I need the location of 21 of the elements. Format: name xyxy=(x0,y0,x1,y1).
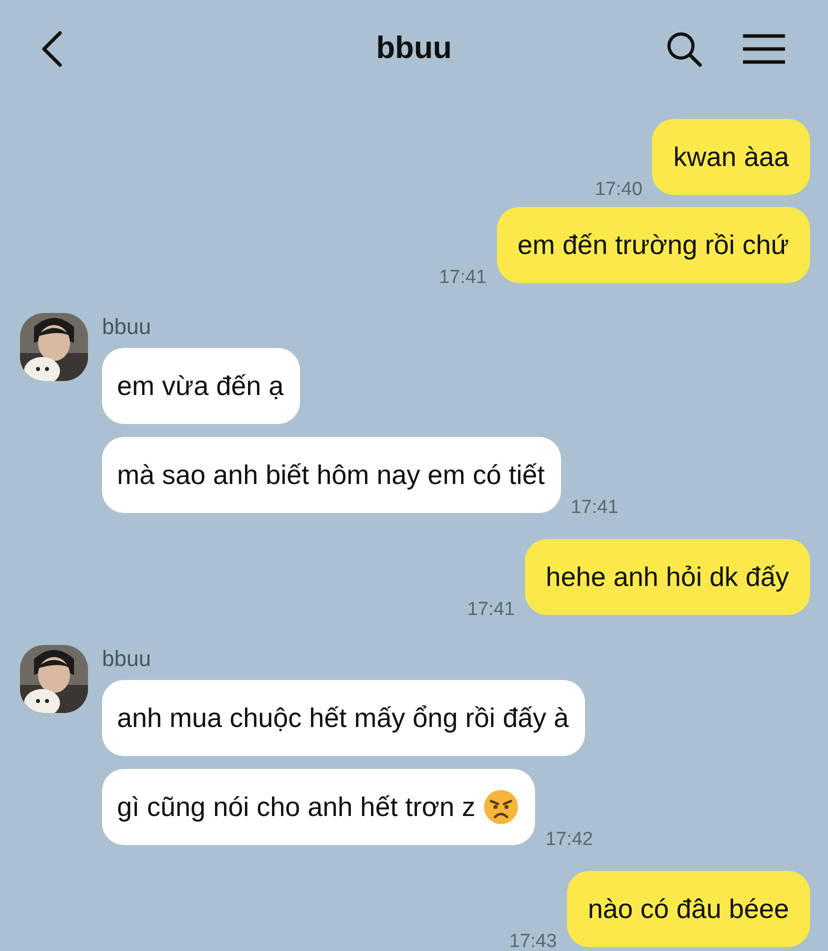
message-time: 17:41 xyxy=(438,267,487,289)
angry-face-icon xyxy=(483,789,520,825)
message-bubble: nào có đâu béee xyxy=(566,871,810,947)
message-bubble: em đến trường rồi chứ xyxy=(496,207,810,283)
message-bubble: em vừa đến ạ xyxy=(102,348,300,424)
message-bubble: anh mua chuộc hết mấy ổng rồi đấy à xyxy=(102,680,585,756)
message-time: 17:43 xyxy=(509,931,557,951)
sender-name: bbuu xyxy=(102,315,152,339)
menu-icon[interactable] xyxy=(743,34,785,64)
message-time: 17:41 xyxy=(467,599,515,621)
message-time: 17:42 xyxy=(545,829,593,851)
search-icon[interactable] xyxy=(666,31,702,67)
message-bubble: mà sao anh biết hôm nay em có tiết xyxy=(102,437,561,513)
message-bubble: gì cũng nói cho anh hết trơn z xyxy=(102,769,536,845)
sender-name: bbuu xyxy=(102,647,152,671)
message-bubble: hehe anh hỏi dk đấy xyxy=(524,539,810,615)
chat-title: bbuu xyxy=(376,30,452,66)
message-bubble: kwan àaa xyxy=(652,119,810,195)
message-time: 17:41 xyxy=(570,497,618,519)
message-time: 17:40 xyxy=(594,179,642,201)
back-icon[interactable] xyxy=(40,31,64,67)
